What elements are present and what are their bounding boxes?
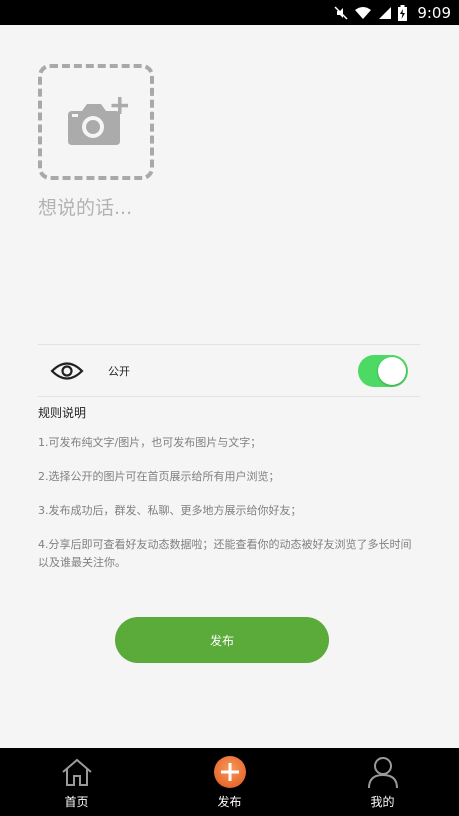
mute-icon (334, 5, 348, 21)
status-time: 9:09 (417, 3, 451, 22)
nav-item-mine[interactable]: 我的 (323, 748, 443, 816)
visibility-label: 公开 (108, 365, 130, 378)
nav-item-publish[interactable]: 发布 (170, 748, 290, 816)
visibility-row: 公开 (38, 346, 420, 396)
publish-button[interactable]: 发布 (115, 617, 329, 663)
battery-icon (398, 4, 408, 21)
nav-label: 发布 (217, 794, 242, 809)
wifi-icon (354, 6, 372, 20)
rule-item: 4.分享后即可查看好友动态数据啦；还能查看你的动态被好友浏览了多长时间以及谁最关… (38, 538, 412, 569)
toggle-knob (378, 357, 406, 385)
rule-item: 1.可发布纯文字/图片，也可发布图片与文字； (38, 436, 262, 449)
nav-label: 首页 (64, 794, 89, 809)
bottom-nav: 首页 发布 我的 (0, 748, 459, 816)
public-toggle[interactable] (358, 355, 408, 387)
rule-item: 2.选择公开的图片可在首页展示给所有用户浏览； (38, 470, 280, 483)
nav-item-home[interactable]: 首页 (17, 748, 137, 816)
status-bar: 9:09 (0, 0, 459, 25)
divider (38, 344, 420, 345)
eye-icon (50, 362, 84, 380)
divider (38, 396, 420, 397)
post-text-input[interactable] (38, 192, 418, 224)
home-icon (61, 758, 92, 786)
signal-icon (378, 6, 392, 20)
rule-item: 3.发布成功后，群发、私聊、更多地方展示给你好友； (38, 504, 302, 517)
add-photo-icon (68, 97, 128, 145)
add-photo-button[interactable] (38, 64, 154, 180)
user-icon (367, 756, 398, 788)
add-circle-icon (213, 755, 246, 788)
nav-label: 我的 (370, 794, 395, 809)
rules-title: 规则说明 (38, 406, 87, 420)
